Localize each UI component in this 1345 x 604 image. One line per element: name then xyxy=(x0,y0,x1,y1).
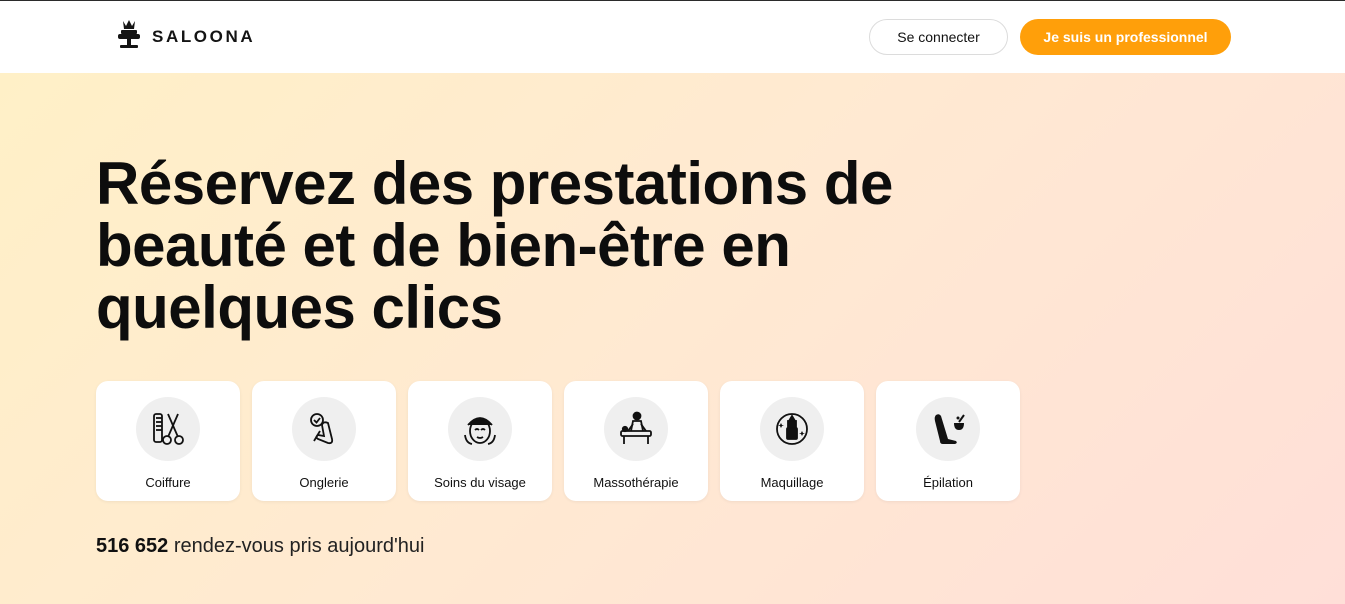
nail-hand-icon xyxy=(292,397,356,461)
site-header: SALOONA Se connecter Je suis un professi… xyxy=(0,1,1345,73)
category-label: Coiffure xyxy=(145,475,191,490)
category-list: Coiffure Onglerie Soins du visage Massot… xyxy=(96,381,1020,501)
professional-button[interactable]: Je suis un professionnel xyxy=(1020,19,1231,55)
hero-title: Réservez des prestations de beauté et de… xyxy=(96,150,893,341)
category-maquillage[interactable]: Maquillage xyxy=(720,381,864,501)
category-epilation[interactable]: Épilation xyxy=(876,381,1020,501)
face-care-icon xyxy=(448,397,512,461)
login-button[interactable]: Se connecter xyxy=(869,19,1008,55)
lipstick-icon xyxy=(760,397,824,461)
scissors-comb-icon xyxy=(136,397,200,461)
appointments-stat: 516 652 rendez-vous pris aujourd'hui xyxy=(96,535,424,558)
appointments-count: 516 652 xyxy=(96,535,169,557)
category-soins-visage[interactable]: Soins du visage xyxy=(408,381,552,501)
category-label: Maquillage xyxy=(760,475,824,490)
logo[interactable]: SALOONA xyxy=(114,17,255,51)
logo-text: SALOONA xyxy=(152,27,256,46)
appointments-text: rendez-vous pris aujourd'hui xyxy=(173,535,425,557)
category-label: Soins du visage xyxy=(434,475,526,490)
category-label: Onglerie xyxy=(299,475,349,490)
category-coiffure[interactable]: Coiffure xyxy=(96,381,240,501)
category-onglerie[interactable]: Onglerie xyxy=(252,381,396,501)
category-label: Épilation xyxy=(923,475,973,490)
category-massotherapie[interactable]: Massothérapie xyxy=(564,381,708,501)
massage-icon xyxy=(604,397,668,461)
salon-chair-icon xyxy=(118,20,140,48)
category-label: Massothérapie xyxy=(593,475,679,490)
leg-wax-icon xyxy=(916,397,980,461)
hero-section: Réservez des prestations de beauté et de… xyxy=(0,73,1345,604)
